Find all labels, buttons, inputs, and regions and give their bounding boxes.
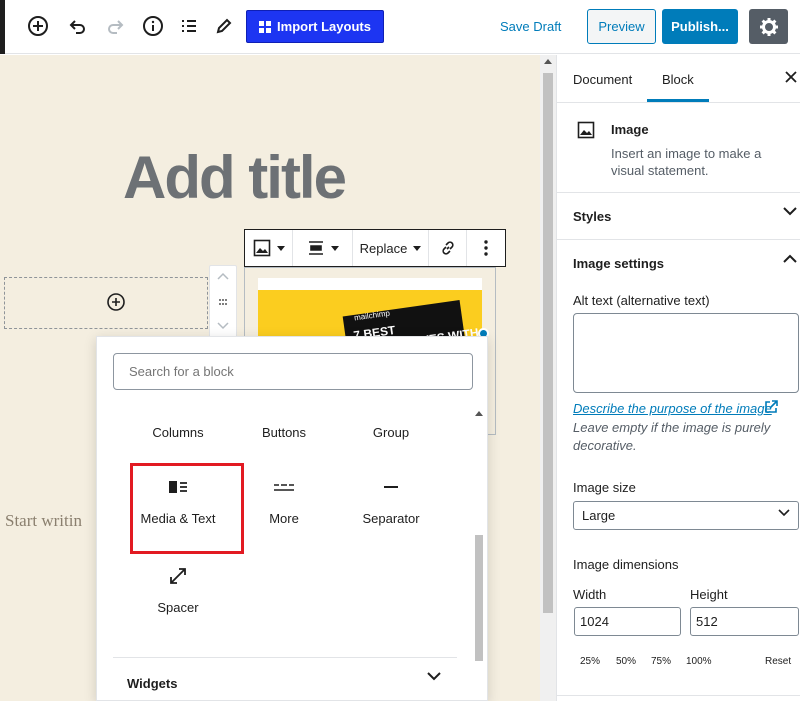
undo-icon[interactable]: [65, 14, 89, 38]
image-size-label: Image size: [573, 480, 636, 495]
alt-text-label: Alt text (alternative text): [573, 293, 710, 308]
more-options-button[interactable]: [467, 230, 505, 266]
scale-25-button[interactable]: 25%: [580, 656, 600, 667]
add-block-icon[interactable]: [26, 14, 50, 38]
save-draft-button[interactable]: Save Draft: [500, 19, 561, 34]
import-layouts-button[interactable]: Import Layouts: [246, 10, 384, 43]
drag-handle-icon[interactable]: [218, 298, 228, 306]
image-dimensions-label: Image dimensions: [573, 557, 679, 572]
block-inserter-popover: Columns Buttons Group Media & Text More …: [96, 336, 488, 701]
caret-down-icon: [276, 245, 285, 251]
block-mover: [209, 265, 237, 341]
block-more[interactable]: More: [231, 465, 337, 545]
separator-icon: [379, 475, 403, 499]
gear-icon: [759, 17, 779, 37]
image-settings-label: Image settings: [573, 256, 665, 271]
top-toolbar: Import Layouts Save Draft Preview Publis…: [0, 0, 800, 54]
more-vertical-icon: [484, 240, 488, 256]
block-spacer[interactable]: Spacer: [125, 554, 231, 634]
scroll-up-icon[interactable]: [475, 411, 483, 416]
block-label: More: [269, 511, 299, 526]
image-icon: [577, 121, 595, 139]
align-center-icon: [307, 241, 325, 255]
info-icon[interactable]: [141, 14, 165, 38]
link-icon: [440, 240, 456, 256]
post-title-placeholder[interactable]: Add title: [123, 143, 347, 212]
close-icon[interactable]: [785, 71, 797, 83]
body-placeholder[interactable]: Start writin: [5, 511, 82, 531]
active-tab-indicator: [647, 99, 709, 102]
chevron-up-icon: [783, 254, 797, 263]
settings-button[interactable]: [749, 9, 788, 44]
widgets-label: Widgets: [127, 676, 178, 691]
tab-block[interactable]: Block: [662, 72, 694, 87]
reset-button[interactable]: Reset: [765, 656, 791, 667]
insert-link-button[interactable]: [429, 230, 467, 266]
widgets-category-toggle[interactable]: Widgets: [113, 657, 457, 701]
height-label: Height: [690, 587, 728, 602]
image-icon: [253, 239, 271, 257]
align-button[interactable]: [293, 230, 353, 266]
import-layouts-label: Import Layouts: [277, 19, 371, 34]
alt-help-text: Leave empty if the image is purely decor…: [573, 420, 771, 453]
highlight-box: [130, 463, 244, 554]
block-buttons[interactable]: Buttons: [231, 425, 337, 440]
publish-button[interactable]: Publish...: [662, 9, 738, 44]
image-settings-panel-toggle[interactable]: Image settings: [557, 240, 800, 287]
scale-75-button[interactable]: 75%: [651, 656, 671, 667]
block-description: Insert an image to make a visual stateme…: [611, 146, 762, 178]
inserter-scroll-thumb[interactable]: [475, 535, 483, 661]
block-label: Separator: [362, 511, 420, 526]
block-group[interactable]: Group: [338, 425, 444, 440]
preview-button[interactable]: Preview: [587, 9, 656, 44]
more-icon: [272, 475, 296, 499]
block-label: Spacer: [157, 600, 199, 615]
width-input[interactable]: [574, 607, 681, 636]
caret-down-icon: [413, 245, 422, 251]
sidebar-tabs: Document Block: [557, 55, 800, 103]
image-header-strip: [258, 278, 482, 290]
external-link-icon[interactable]: [764, 400, 778, 414]
canvas-scroll-thumb[interactable]: [543, 73, 553, 613]
styles-label: Styles: [573, 209, 612, 224]
block-name: Image: [611, 122, 649, 137]
block-card: Image Insert an image to make a visual s…: [557, 103, 800, 193]
move-up-icon[interactable]: [217, 272, 229, 280]
replace-button[interactable]: Replace: [353, 230, 429, 266]
image-size-select[interactable]: Large: [573, 501, 799, 530]
chevron-down-icon: [427, 672, 441, 681]
alt-text-input[interactable]: [573, 313, 799, 393]
tab-document[interactable]: Document: [573, 72, 632, 87]
describe-purpose-link[interactable]: Describe the purpose of the image: [573, 401, 772, 416]
move-down-icon[interactable]: [217, 322, 229, 330]
styles-panel-toggle[interactable]: Styles: [557, 193, 800, 240]
list-view-icon[interactable]: [177, 14, 201, 38]
caret-down-icon: [330, 245, 339, 251]
inserter-scrollbar[interactable]: [473, 407, 485, 667]
height-input[interactable]: [690, 607, 799, 636]
sidebar-footer-divider: [557, 695, 800, 701]
edit-pencil-icon[interactable]: [212, 14, 236, 38]
change-block-type-button[interactable]: [245, 230, 293, 266]
add-block-plus-icon[interactable]: [106, 292, 126, 312]
settings-sidebar: Document Block Image Insert an image to …: [556, 55, 800, 701]
image-block-toolbar: Replace: [244, 229, 506, 267]
image-size-value: Large: [582, 508, 616, 523]
block-separator[interactable]: Separator: [338, 465, 444, 545]
block-search-input[interactable]: [113, 353, 473, 390]
layouts-icon: [259, 20, 272, 33]
scale-100-button[interactable]: 100%: [686, 656, 712, 667]
canvas-scrollbar[interactable]: [540, 55, 556, 701]
spacer-icon: [166, 564, 190, 588]
chevron-down-icon: [783, 207, 797, 216]
redo-icon[interactable]: [104, 14, 128, 38]
scroll-up-icon[interactable]: [544, 59, 552, 64]
chevron-down-icon: [778, 509, 790, 517]
scale-50-button[interactable]: 50%: [616, 656, 636, 667]
toolbar-edge: [0, 0, 5, 54]
width-label: Width: [573, 587, 607, 602]
block-columns[interactable]: Columns: [125, 425, 231, 440]
replace-label: Replace: [359, 240, 408, 256]
